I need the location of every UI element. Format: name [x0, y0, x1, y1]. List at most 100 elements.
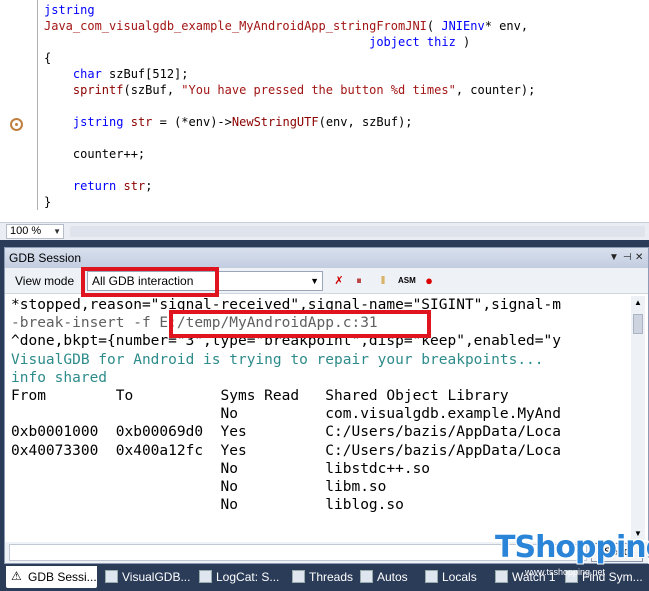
break-icon[interactable]: ⏸: [351, 273, 367, 289]
console-line: From To Syms Read Shared Object Library: [11, 387, 509, 404]
code-token: (szBuf,: [123, 83, 182, 97]
code-token: str: [123, 179, 146, 193]
scroll-up-icon[interactable]: ▲: [631, 298, 645, 307]
warning-icon: ⚠: [11, 569, 22, 583]
console-line: 0x40073300 0x400a12fc Yes C:/Users/bazis…: [11, 442, 561, 459]
code-token: JNIEnv: [441, 19, 485, 33]
code-line[interactable]: jstring str = (*env)->NewStringUTF(env, …: [44, 114, 535, 130]
autos-icon: [360, 570, 373, 583]
code-token: jstring: [44, 3, 95, 17]
code-token: return: [72, 179, 117, 193]
code-line[interactable]: }: [44, 194, 535, 210]
code-line[interactable]: [44, 162, 535, 178]
code-token: , counter);: [455, 83, 536, 97]
code-token: Java_com_visualgdb_example_MyAndroidApp_…: [44, 19, 427, 33]
threads-icon: [292, 570, 305, 583]
editor-statusbar: 100 % ▼: [0, 222, 649, 240]
vertical-scrollbar[interactable]: ▲ ▼: [631, 296, 645, 540]
code-token: counter++;: [44, 147, 146, 161]
code-line[interactable]: sprintf(szBuf, "You have pressed the but…: [44, 82, 535, 98]
code-token: (env, szBuf);: [318, 115, 413, 129]
code-line[interactable]: char szBuf[512];: [44, 66, 535, 82]
code-line[interactable]: [44, 130, 535, 146]
stop-icon[interactable]: ●: [421, 273, 437, 289]
pause-icon[interactable]: ‖: [375, 273, 391, 289]
code-line[interactable]: [44, 98, 535, 114]
editor-gutter[interactable]: [0, 0, 32, 222]
breakpoint-marker-icon[interactable]: [10, 118, 23, 131]
tab-warning[interactable]: ⚠ GDB Sessi...: [6, 566, 97, 588]
chevron-down-icon: ▼: [310, 276, 319, 286]
code-token: char: [72, 67, 102, 81]
tab-logcat[interactable]: LogCat: S...: [194, 566, 279, 588]
code-token: ): [455, 35, 471, 49]
clear-icon[interactable]: ✗: [331, 273, 347, 289]
tab-locals[interactable]: Locals: [420, 566, 477, 588]
highlight-box: [81, 267, 219, 297]
tab-console[interactable]: VisualGDB...: [100, 566, 190, 588]
code-token: jstring: [72, 115, 124, 129]
console-line: No libstdc++.so: [11, 460, 431, 477]
outline-line: [37, 0, 38, 210]
code-token: ;: [145, 179, 153, 193]
asm-icon[interactable]: ASM: [398, 273, 416, 289]
highlight-box: [169, 310, 431, 338]
locals-icon: [425, 570, 438, 583]
console-line: No com.visualgdb.example.MyAnd: [11, 406, 561, 423]
zoom-value: 100 %: [10, 225, 42, 237]
window-position-icon[interactable]: ▼: [609, 248, 619, 268]
horizontal-scrollbar[interactable]: [70, 226, 645, 237]
panel-title-bar: GDB Session ▼ ⊣ ✕: [5, 248, 648, 268]
code-line[interactable]: return str;: [44, 178, 535, 194]
pin-icon[interactable]: ⊣: [623, 248, 632, 268]
zoom-select[interactable]: 100 % ▼: [6, 224, 64, 239]
tab-label: Autos: [377, 570, 408, 584]
code-token: = (*env)->: [152, 115, 232, 129]
watermark-subtitle: www.tsshopping.net: [525, 567, 606, 577]
tab-label: Locals: [442, 570, 477, 584]
close-icon[interactable]: ✕: [635, 248, 643, 268]
logcat-icon: [199, 570, 212, 583]
code-token: szBuf[512];: [101, 67, 189, 81]
tab-label: GDB Sessi...: [28, 570, 97, 584]
tab-threads[interactable]: Threads: [287, 566, 353, 588]
scrollbar-thumb[interactable]: [633, 314, 643, 334]
watermark-logo: TShopping: [495, 530, 649, 565]
code-token: jobject thiz: [369, 35, 456, 49]
tab-autos[interactable]: Autos: [355, 566, 408, 588]
code-token: }: [44, 195, 52, 209]
console-line: No libm.so: [11, 478, 387, 495]
code-token: "You have pressed the button %d times": [181, 83, 456, 97]
code-line[interactable]: jstring: [44, 2, 535, 18]
console-line: No liblog.so: [11, 497, 404, 514]
source-code[interactable]: jstring Java_com_visualgdb_example_MyAndr…: [44, 2, 535, 210]
code-token: {: [44, 51, 52, 65]
view-mode-label: View mode: [15, 274, 75, 288]
console-line: 0xb0001000 0xb00069d0 Yes C:/Users/bazis…: [11, 424, 561, 441]
code-editor[interactable]: jstring Java_com_visualgdb_example_MyAndr…: [0, 0, 649, 222]
tab-label: VisualGDB...: [122, 570, 191, 584]
tab-label: LogCat: S...: [216, 570, 280, 584]
code-line[interactable]: jobject thiz ): [44, 34, 535, 50]
code-token: str: [130, 115, 153, 129]
console-line: VisualGDB for Android is trying to repai…: [11, 351, 544, 368]
gdb-session-panel: GDB Session ▼ ⊣ ✕ View mode All GDB inte…: [4, 247, 649, 564]
tab-label: Threads: [309, 570, 354, 584]
watch-icon: [495, 570, 508, 583]
code-line[interactable]: counter++;: [44, 146, 535, 162]
chevron-down-icon: ▼: [53, 227, 61, 236]
code-token: (: [426, 19, 442, 33]
code-line[interactable]: Java_com_visualgdb_example_MyAndroidApp_…: [44, 18, 535, 34]
code-line[interactable]: {: [44, 50, 535, 66]
code-token: * env,: [484, 19, 529, 33]
gdb-toolbar: View mode All GDB interaction ▼ ✗ ⏸ ‖ AS…: [5, 267, 648, 297]
console-line: info shared: [11, 369, 108, 386]
code-token: sprintf: [72, 83, 124, 97]
